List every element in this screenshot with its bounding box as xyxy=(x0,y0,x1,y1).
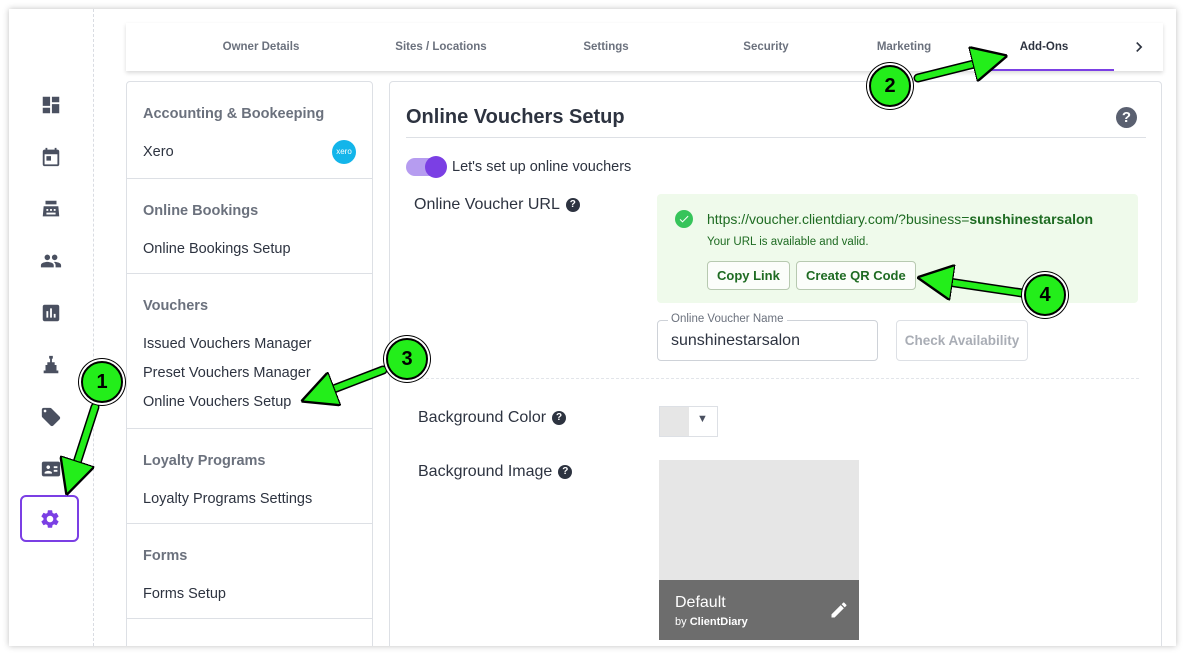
background-color-picker[interactable]: ▼ xyxy=(659,406,718,437)
background-image-preview[interactable]: Default by ClientDiary xyxy=(659,460,859,640)
menu-item-xero[interactable]: Xero xero xyxy=(143,140,356,164)
question-icon[interactable]: ? xyxy=(565,198,580,212)
callout-badge-1: 1 xyxy=(81,361,123,403)
menu-item-online-vouchers-setup[interactable]: Online Vouchers Setup xyxy=(143,394,356,410)
voucher-url[interactable]: https://voucher.clientdiary.com/?busines… xyxy=(707,211,1093,227)
settings-tabs: Owner Details Sites / Locations Settings… xyxy=(126,23,1163,71)
callout-badge-3: 3 xyxy=(386,338,428,380)
chevron-right-icon[interactable] xyxy=(1129,37,1149,57)
toggle-knob xyxy=(425,156,447,178)
divider xyxy=(406,137,1146,138)
caret-down-icon: ▼ xyxy=(697,413,708,425)
menu-header: Loyalty Programs xyxy=(143,453,266,469)
url-status-box: https://voucher.clientdiary.com/?busines… xyxy=(657,194,1138,303)
app-window: Owner Details Sites / Locations Settings… xyxy=(9,9,1176,646)
image-credit: by ClientDiary xyxy=(675,616,748,628)
background-color-label: Background Color ? xyxy=(418,409,567,427)
check-availability-button[interactable]: Check Availability xyxy=(896,320,1028,361)
menu-header: Accounting & Bookeeping xyxy=(143,106,325,122)
calendar-icon[interactable] xyxy=(35,141,67,173)
icon-rail xyxy=(9,9,94,646)
menu-item-online-bookings-setup[interactable]: Online Bookings Setup xyxy=(143,241,356,257)
menu-group-vouchers: Vouchers Issued Vouchers Manager Preset … xyxy=(127,274,372,429)
menu-item-forms-setup[interactable]: Forms Setup xyxy=(143,586,356,602)
reports-icon[interactable] xyxy=(35,297,67,329)
stock-icon[interactable] xyxy=(35,349,67,381)
menu-group-online-bookings: Online Bookings Online Bookings Setup xyxy=(127,179,372,274)
url-status-text: Your URL is available and valid. xyxy=(707,236,869,248)
register-icon[interactable] xyxy=(35,193,67,225)
tab-owner-details[interactable]: Owner Details xyxy=(186,23,336,71)
menu-group-accounting: Accounting & Bookeeping Xero xero xyxy=(127,82,372,179)
menu-group-forms: Forms Forms Setup xyxy=(127,524,372,619)
xero-logo-icon: xero xyxy=(332,140,356,164)
question-icon[interactable]: ? xyxy=(552,411,567,425)
online-vouchers-panel: Online Vouchers Setup ? Let's set up onl… xyxy=(389,81,1162,646)
tab-marketing[interactable]: Marketing xyxy=(834,23,974,71)
tag-icon[interactable] xyxy=(35,401,67,433)
menu-header: Vouchers xyxy=(143,298,209,314)
menu-group-loyalty: Loyalty Programs Loyalty Programs Settin… xyxy=(127,429,372,524)
voucher-url-label: Online Voucher URL ? xyxy=(414,196,580,214)
toggle-label: Let's set up online vouchers xyxy=(452,159,632,175)
pencil-icon[interactable] xyxy=(829,600,849,620)
color-swatch xyxy=(660,407,689,436)
dashboard-icon[interactable] xyxy=(35,89,67,121)
image-title: Default xyxy=(675,594,726,611)
page-title: Online Vouchers Setup xyxy=(406,106,625,128)
url-business: sunshinestarsalon xyxy=(969,211,1094,227)
callout-badge-4: 4 xyxy=(1024,274,1066,316)
contact-card-icon[interactable] xyxy=(35,453,67,485)
field-label-text: Background Image xyxy=(418,463,553,480)
tab-sites-locations[interactable]: Sites / Locations xyxy=(366,23,516,71)
add-ons-menu: Accounting & Bookeeping Xero xero Online… xyxy=(126,81,373,646)
field-label: Online Voucher Name xyxy=(668,313,787,325)
copy-link-button[interactable]: Copy Link xyxy=(707,261,790,290)
menu-item-loyalty-settings[interactable]: Loyalty Programs Settings xyxy=(143,491,356,507)
field-label-text: Background Color xyxy=(418,409,547,426)
tab-add-ons[interactable]: Add-Ons xyxy=(974,23,1114,71)
menu-header: Forms xyxy=(143,548,188,564)
clients-icon[interactable] xyxy=(35,245,67,277)
menu-item-issued-vouchers[interactable]: Issued Vouchers Manager xyxy=(143,336,356,352)
voucher-name-field[interactable]: Online Voucher Name sunshinestarsalon xyxy=(657,313,878,361)
menu-item-label: Xero xyxy=(143,144,174,160)
gear-icon[interactable] xyxy=(20,495,79,542)
create-qr-code-button[interactable]: Create QR Code xyxy=(796,261,916,290)
menu-item-preset-vouchers[interactable]: Preset Vouchers Manager xyxy=(143,365,356,381)
online-vouchers-toggle[interactable] xyxy=(406,156,447,178)
help-icon[interactable]: ? xyxy=(1116,107,1137,128)
question-icon[interactable]: ? xyxy=(558,465,573,479)
callout-badge-2: 2 xyxy=(869,65,911,107)
tab-security[interactable]: Security xyxy=(696,23,836,71)
check-icon xyxy=(675,210,693,228)
field-label-text: Online Voucher URL xyxy=(414,196,560,213)
divider xyxy=(406,378,1139,379)
tab-settings[interactable]: Settings xyxy=(536,23,676,71)
field-value: sunshinestarsalon xyxy=(671,332,800,349)
background-image-label: Background Image ? xyxy=(418,463,573,481)
credit-prefix: by xyxy=(675,616,687,628)
image-caption: Default by ClientDiary xyxy=(659,580,859,640)
url-prefix: https://voucher.clientdiary.com/?busines… xyxy=(707,211,970,227)
credit-brand: ClientDiary xyxy=(689,616,748,628)
menu-header: Online Bookings xyxy=(143,203,259,219)
